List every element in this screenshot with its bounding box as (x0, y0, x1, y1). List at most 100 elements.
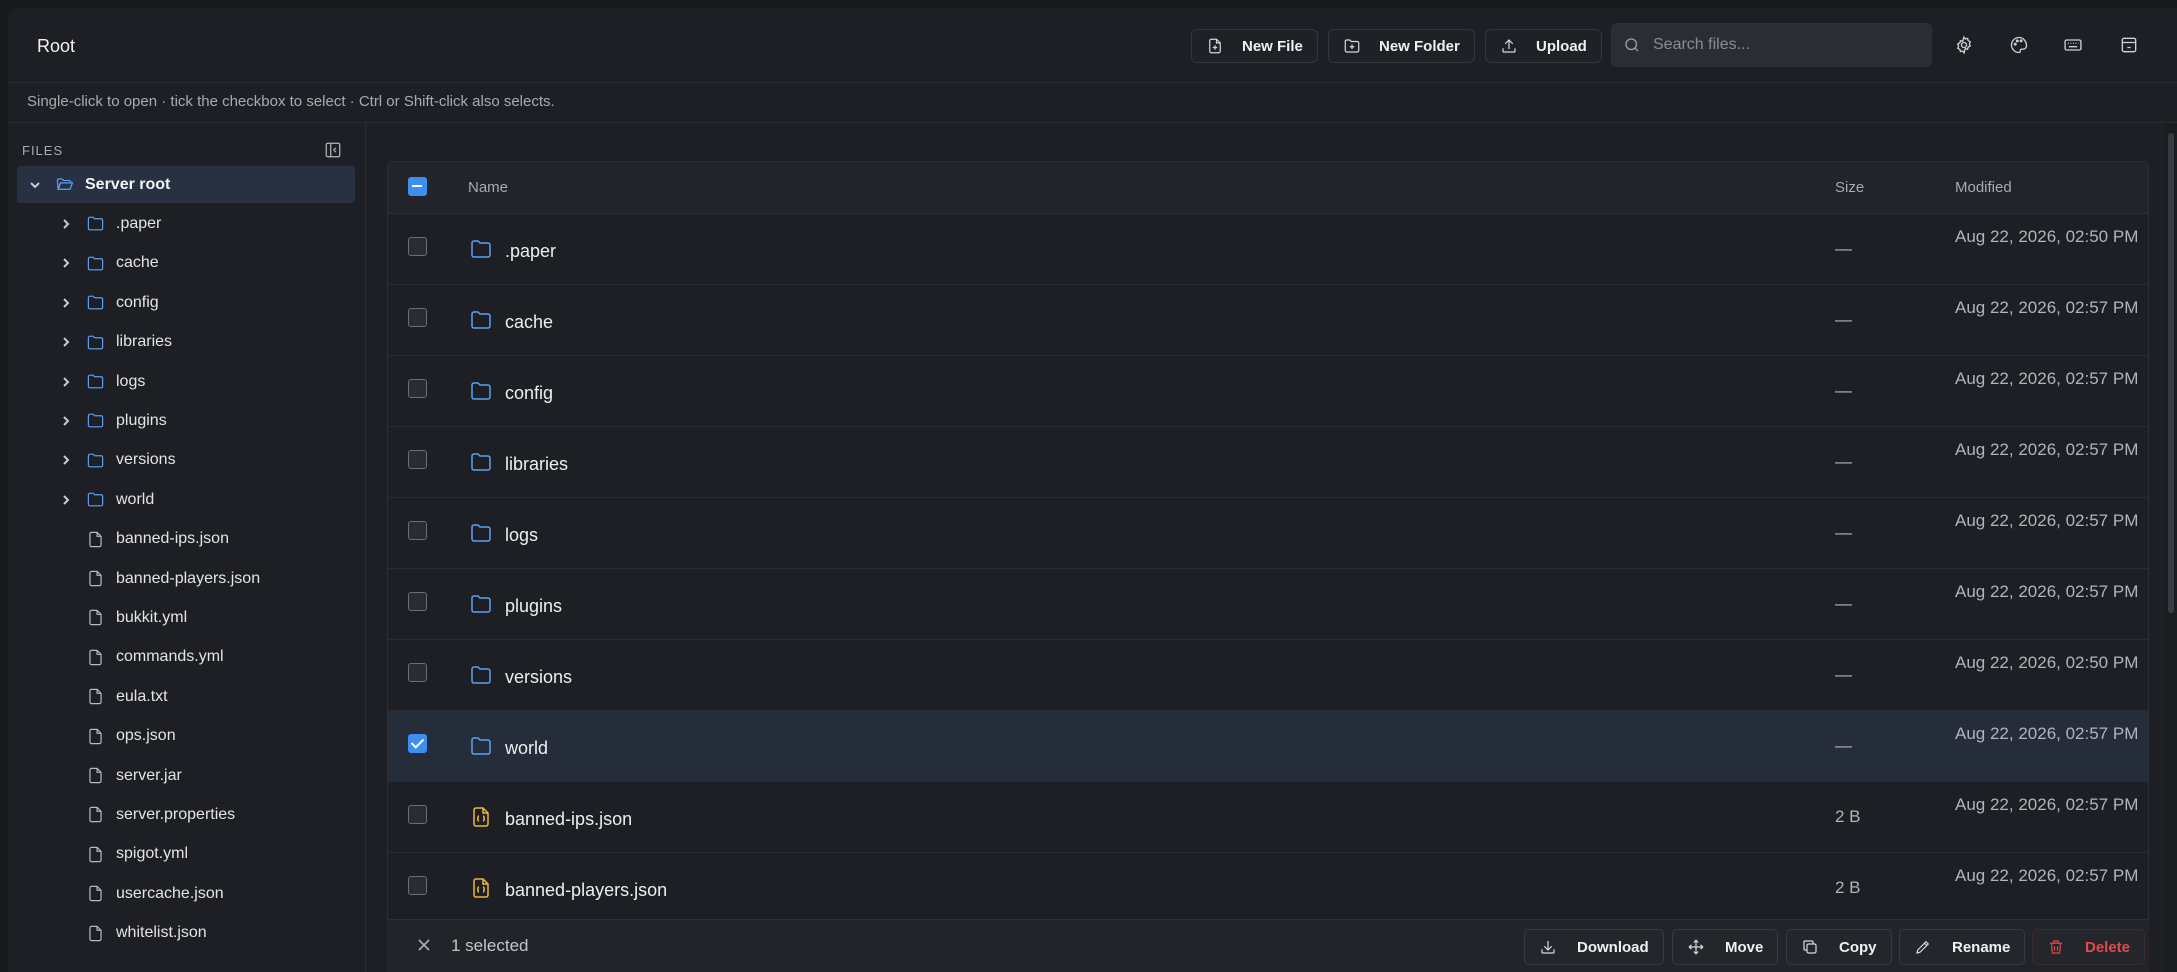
new-file-button[interactable]: New File (1191, 29, 1318, 63)
row-name[interactable]: cache (469, 308, 553, 337)
sidebar-item-file[interactable]: bukkit.yml (17, 599, 355, 636)
gear-icon (1956, 35, 1972, 55)
chevron-down-icon[interactable] (28, 178, 42, 192)
row-name[interactable]: plugins (469, 592, 562, 621)
row-checkbox[interactable] (408, 450, 427, 469)
row-checkbox[interactable] (408, 663, 427, 682)
row-checkbox[interactable] (408, 876, 427, 895)
delete-button[interactable]: Delete (2032, 929, 2146, 965)
row-name[interactable]: config (469, 379, 553, 408)
row-name[interactable]: versions (469, 663, 572, 692)
file-icon (85, 766, 105, 786)
table-row[interactable]: logs — Aug 22, 2026, 02:57 PM (388, 498, 2148, 569)
row-checkbox[interactable] (408, 805, 427, 824)
sidebar-item-file[interactable]: spigot.yml (17, 836, 355, 873)
sidebar-item-file[interactable]: server.jar (17, 757, 355, 794)
table-row[interactable]: plugins — Aug 22, 2026, 02:57 PM (388, 569, 2148, 640)
table-row[interactable]: config — Aug 22, 2026, 02:57 PM (388, 356, 2148, 427)
sidebar-item-file[interactable]: whitelist.json (17, 915, 355, 952)
table-row[interactable]: world — Aug 22, 2026, 02:57 PM (388, 711, 2148, 782)
row-name[interactable]: libraries (469, 450, 568, 479)
column-header-name[interactable]: Name (468, 179, 508, 196)
select-all-checkbox[interactable] (408, 177, 427, 196)
row-modified: Aug 22, 2026, 02:57 PM (1955, 866, 2139, 885)
clear-selection-button[interactable] (416, 937, 434, 955)
file-icon (85, 608, 105, 628)
scrollbar[interactable] (2165, 123, 2177, 972)
settings-button[interactable] (1951, 32, 1977, 58)
sidebar-item-folder[interactable]: cache (17, 245, 355, 282)
new-folder-button[interactable]: New Folder (1328, 29, 1475, 63)
sidebar-item-file[interactable]: commands.yml (17, 639, 355, 676)
sidebar-item-folder[interactable]: versions (17, 442, 355, 479)
sidebar-item-server-root[interactable]: Server root (17, 166, 355, 203)
sidebar-item-label: .paper (116, 214, 162, 232)
upload-button[interactable]: Upload (1485, 29, 1602, 63)
search-input[interactable] (1653, 36, 1913, 54)
table-row[interactable]: banned-ips.json 2 B Aug 22, 2026, 02:57 PM (388, 782, 2148, 853)
chevron-right-icon[interactable] (59, 375, 73, 389)
sidebar-item-file[interactable]: banned-ips.json (17, 521, 355, 558)
sidebar-item-file[interactable]: usercache.json (17, 875, 355, 912)
sidebar-item-folder[interactable]: plugins (17, 402, 355, 439)
table-row[interactable]: versions — Aug 22, 2026, 02:50 PM (388, 640, 2148, 711)
panel-toggle-button[interactable] (2116, 32, 2142, 58)
delete-label: Delete (2085, 938, 2131, 956)
row-name[interactable]: .paper (469, 237, 556, 266)
file-icon (85, 569, 105, 589)
row-checkbox[interactable] (408, 308, 427, 327)
theme-button[interactable] (2006, 32, 2032, 58)
chevron-right-icon[interactable] (59, 217, 73, 231)
column-header-modified[interactable]: Modified (1955, 179, 2012, 196)
folder-icon (469, 592, 493, 621)
keyboard-shortcuts-button[interactable] (2060, 32, 2086, 58)
row-checkbox[interactable] (408, 734, 427, 753)
sidebar-item-folder[interactable]: world (17, 481, 355, 518)
row-size: — (1835, 736, 1852, 755)
chevron-right-icon[interactable] (59, 335, 73, 349)
move-label: Move (1725, 938, 1764, 956)
column-header-size[interactable]: Size (1835, 179, 1864, 196)
search-box[interactable] (1611, 23, 1932, 67)
collapse-sidebar-button[interactable] (324, 141, 344, 161)
sidebar-item-folder[interactable]: libraries (17, 324, 355, 361)
sidebar-item-file[interactable]: server.properties (17, 796, 355, 833)
row-checkbox[interactable] (408, 379, 427, 398)
download-button[interactable]: Download (1524, 929, 1664, 965)
table-row[interactable]: banned-players.json 2 B Aug 22, 2026, 02:5… (388, 853, 2148, 924)
move-icon (1688, 939, 1704, 955)
upload-label: Upload (1536, 37, 1587, 55)
table-row[interactable]: .paper — Aug 22, 2026, 02:50 PM (388, 214, 2148, 285)
chevron-right-icon[interactable] (59, 493, 73, 507)
table-row[interactable]: libraries — Aug 22, 2026, 02:57 PM (388, 427, 2148, 498)
row-size: — (1835, 523, 1852, 542)
row-name[interactable]: banned-players.json (469, 876, 667, 905)
sidebar-item-file[interactable]: ops.json (17, 718, 355, 755)
chevron-right-icon[interactable] (59, 256, 73, 270)
chevron-right-icon[interactable] (59, 414, 73, 428)
sidebar-item-file[interactable]: banned-players.json (17, 560, 355, 597)
sidebar-item-file[interactable]: eula.txt (17, 678, 355, 715)
rename-button[interactable]: Rename (1899, 929, 2026, 965)
sidebar-item-folder[interactable]: config (17, 284, 355, 321)
row-modified: Aug 22, 2026, 02:57 PM (1955, 298, 2139, 317)
chevron-right-icon[interactable] (59, 453, 73, 467)
row-name-label: world (505, 738, 549, 758)
row-name[interactable]: logs (469, 521, 538, 550)
row-checkbox[interactable] (408, 592, 427, 611)
sidebar-item-folder[interactable]: logs (17, 363, 355, 400)
row-size: — (1835, 665, 1852, 684)
move-button[interactable]: Move (1672, 929, 1779, 965)
row-name[interactable]: banned-ips.json (469, 805, 632, 834)
scrollbar-thumb[interactable] (2168, 133, 2174, 613)
file-icon (85, 529, 105, 549)
chevron-right-icon[interactable] (59, 296, 73, 310)
row-checkbox[interactable] (408, 237, 427, 256)
copy-button[interactable]: Copy (1786, 929, 1892, 965)
sidebar-item-folder[interactable]: .paper (17, 205, 355, 242)
row-modified: Aug 22, 2026, 02:57 PM (1955, 582, 2139, 601)
table-row[interactable]: cache — Aug 22, 2026, 02:57 PM (388, 285, 2148, 356)
row-checkbox[interactable] (408, 521, 427, 540)
row-name[interactable]: world (469, 734, 548, 763)
row-size: 2 B (1835, 878, 1861, 897)
